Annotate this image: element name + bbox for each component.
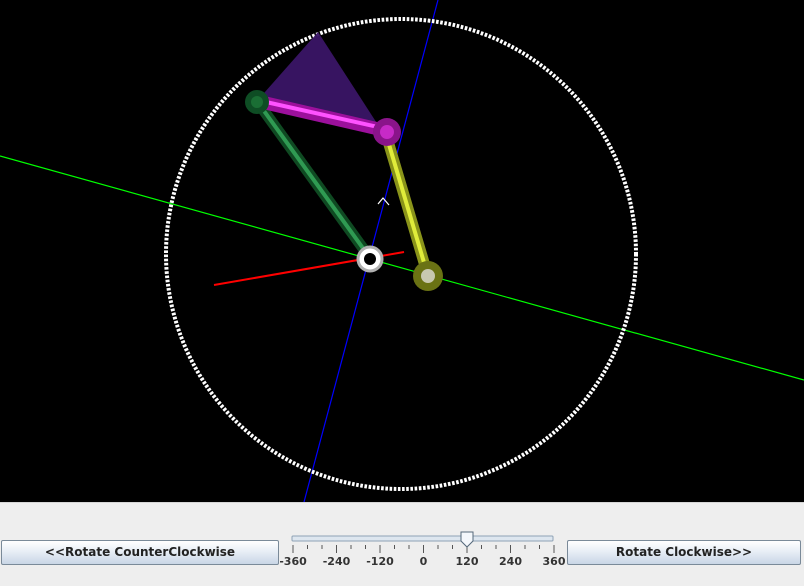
- slider-tick-label: -240: [323, 555, 351, 568]
- 3d-viewport[interactable]: [0, 0, 804, 502]
- scene: [0, 0, 804, 502]
- rotation-slider[interactable]: -360 -240 -120 0 120 240 360: [280, 531, 567, 583]
- slider-tick-label: -360: [280, 555, 307, 568]
- rotation-circle: [164, 17, 638, 491]
- slider-track: [291, 535, 554, 542]
- slider-tick-label: 0: [420, 555, 428, 568]
- slider-thumb[interactable]: [460, 531, 474, 548]
- slider-tick-label: 360: [543, 555, 566, 568]
- slider-tick-label: 240: [499, 555, 522, 568]
- joint-green-inner: [251, 96, 263, 108]
- slider-tick-label: 120: [456, 555, 479, 568]
- rotate-clockwise-button[interactable]: Rotate Clockwise>>: [567, 540, 801, 565]
- rotate-counterclockwise-button[interactable]: <<Rotate CounterClockwise: [1, 540, 279, 565]
- joint-origin-inner: [364, 253, 376, 265]
- joint-yellow-inner: [421, 269, 435, 283]
- slider-tick-label: -120: [366, 555, 394, 568]
- control-panel: <<Rotate CounterClockwise -360 -240 -120 0 1…: [0, 502, 804, 586]
- joint-magenta-inner: [380, 125, 394, 139]
